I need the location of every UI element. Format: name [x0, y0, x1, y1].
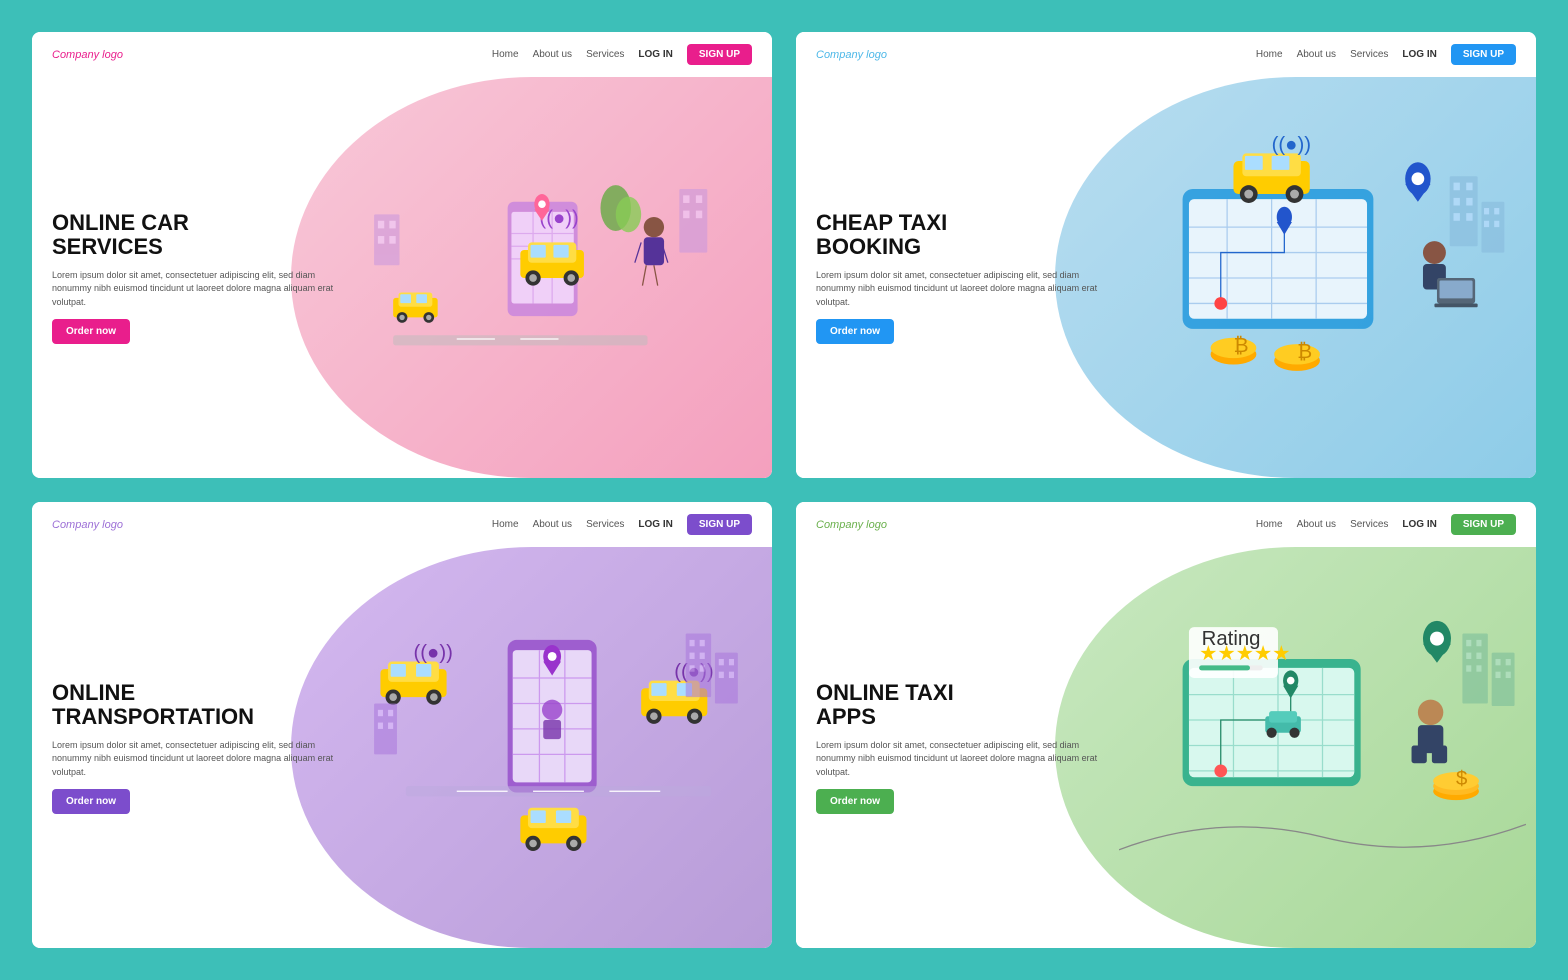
- card-title-1: ONLINE CARSERVICES: [52, 211, 345, 259]
- nav-services-1[interactable]: Services: [586, 49, 624, 60]
- svg-text:₿: ₿: [1233, 334, 1248, 356]
- order-btn-3[interactable]: Order now: [52, 789, 130, 814]
- card-desc-4: Lorem ipsum dolor sit amet, consectetuer…: [816, 739, 1109, 780]
- order-btn-2[interactable]: Order now: [816, 319, 894, 344]
- card-online-car-services: Company logo Home About us Services LOG …: [32, 32, 772, 478]
- nav-signup-2[interactable]: SIGN UP: [1451, 44, 1516, 65]
- logo-1: Company logo: [52, 49, 123, 61]
- card-desc-1: Lorem ipsum dolor sit amet, consectetuer…: [52, 269, 345, 310]
- nav-about-3[interactable]: About us: [533, 519, 572, 530]
- logo-company-3: Company logo: [52, 519, 123, 531]
- svg-text:((●)): ((●)): [414, 641, 453, 663]
- content-3: ONLINETRANSPORTATION Lorem ipsum dolor s…: [32, 547, 365, 948]
- logo-company-1: Company logo: [52, 49, 123, 61]
- svg-text:((●)): ((●)): [1272, 133, 1311, 155]
- logo-3: Company logo: [52, 519, 123, 531]
- nav-about-1[interactable]: About us: [533, 49, 572, 60]
- nav-links-3: Home About us Services LOG IN SIGN UP: [492, 514, 752, 535]
- card-body-2: CHEAP TAXIBOOKING Lorem ipsum dolor sit …: [796, 77, 1536, 478]
- nav-home-4[interactable]: Home: [1256, 519, 1283, 530]
- order-btn-1[interactable]: Order now: [52, 319, 130, 344]
- card-desc-2: Lorem ipsum dolor sit amet, consectetuer…: [816, 269, 1109, 310]
- iso-svg-3: ((●)) ((●)): [355, 567, 762, 928]
- content-2: CHEAP TAXIBOOKING Lorem ipsum dolor sit …: [796, 77, 1129, 478]
- illustration-3: ((●)) ((●)): [355, 567, 762, 928]
- svg-text:$: $: [1456, 767, 1467, 789]
- logo-4: Company logo: [816, 519, 887, 531]
- nav-about-2[interactable]: About us: [1297, 49, 1336, 60]
- nav-services-2[interactable]: Services: [1350, 49, 1388, 60]
- nav-login-2[interactable]: LOG IN: [1402, 49, 1436, 60]
- iso-svg-2: ((●)): [1119, 97, 1526, 458]
- card-online-transportation: Company logo Home About us Services LOG …: [32, 502, 772, 948]
- nav-services-4[interactable]: Services: [1350, 519, 1388, 530]
- logo-company-2: Company logo: [816, 49, 887, 61]
- navbar-4: Company logo Home About us Services LOG …: [796, 502, 1536, 547]
- nav-services-3[interactable]: Services: [586, 519, 624, 530]
- nav-login-4[interactable]: LOG IN: [1402, 519, 1436, 530]
- logo-company-4: Company logo: [816, 519, 887, 531]
- illustration-1: ((●)): [355, 97, 762, 458]
- iso-svg-4: Rating ★★★★★: [1119, 567, 1526, 928]
- content-1: ONLINE CARSERVICES Lorem ipsum dolor sit…: [32, 77, 365, 478]
- card-body-4: ONLINE TAXIAPPS Lorem ipsum dolor sit am…: [796, 547, 1536, 948]
- card-body-1: ONLINE CARSERVICES Lorem ipsum dolor sit…: [32, 77, 772, 478]
- nav-home-1[interactable]: Home: [492, 49, 519, 60]
- illustration-4: Rating ★★★★★: [1119, 567, 1526, 928]
- nav-login-1[interactable]: LOG IN: [638, 49, 672, 60]
- logo-2: Company logo: [816, 49, 887, 61]
- card-online-taxi-apps: Company logo Home About us Services LOG …: [796, 502, 1536, 948]
- nav-home-3[interactable]: Home: [492, 519, 519, 530]
- card-desc-3: Lorem ipsum dolor sit amet, consectetuer…: [52, 739, 345, 780]
- nav-signup-3[interactable]: SIGN UP: [687, 514, 752, 535]
- card-body-3: ONLINETRANSPORTATION Lorem ipsum dolor s…: [32, 547, 772, 948]
- nav-signup-1[interactable]: SIGN UP: [687, 44, 752, 65]
- nav-login-3[interactable]: LOG IN: [638, 519, 672, 530]
- nav-links-4: Home About us Services LOG IN SIGN UP: [1256, 514, 1516, 535]
- card-title-2: CHEAP TAXIBOOKING: [816, 211, 1109, 259]
- nav-signup-4[interactable]: SIGN UP: [1451, 514, 1516, 535]
- svg-text:₿: ₿: [1297, 341, 1312, 363]
- order-btn-4[interactable]: Order now: [816, 789, 894, 814]
- navbar-1: Company logo Home About us Services LOG …: [32, 32, 772, 77]
- svg-text:★★★★★: ★★★★★: [1199, 643, 1290, 665]
- card-title-4: ONLINE TAXIAPPS: [816, 681, 1109, 729]
- nav-about-4[interactable]: About us: [1297, 519, 1336, 530]
- navbar-2: Company logo Home About us Services LOG …: [796, 32, 1536, 77]
- navbar-3: Company logo Home About us Services LOG …: [32, 502, 772, 547]
- card-cheap-taxi: Company logo Home About us Services LOG …: [796, 32, 1536, 478]
- iso-svg-1: ((●)): [355, 97, 762, 458]
- illustration-2: ((●)): [1119, 97, 1526, 458]
- nav-home-2[interactable]: Home: [1256, 49, 1283, 60]
- content-4: ONLINE TAXIAPPS Lorem ipsum dolor sit am…: [796, 547, 1129, 948]
- nav-links-2: Home About us Services LOG IN SIGN UP: [1256, 44, 1516, 65]
- nav-links-1: Home About us Services LOG IN SIGN UP: [492, 44, 752, 65]
- card-title-3: ONLINETRANSPORTATION: [52, 681, 345, 729]
